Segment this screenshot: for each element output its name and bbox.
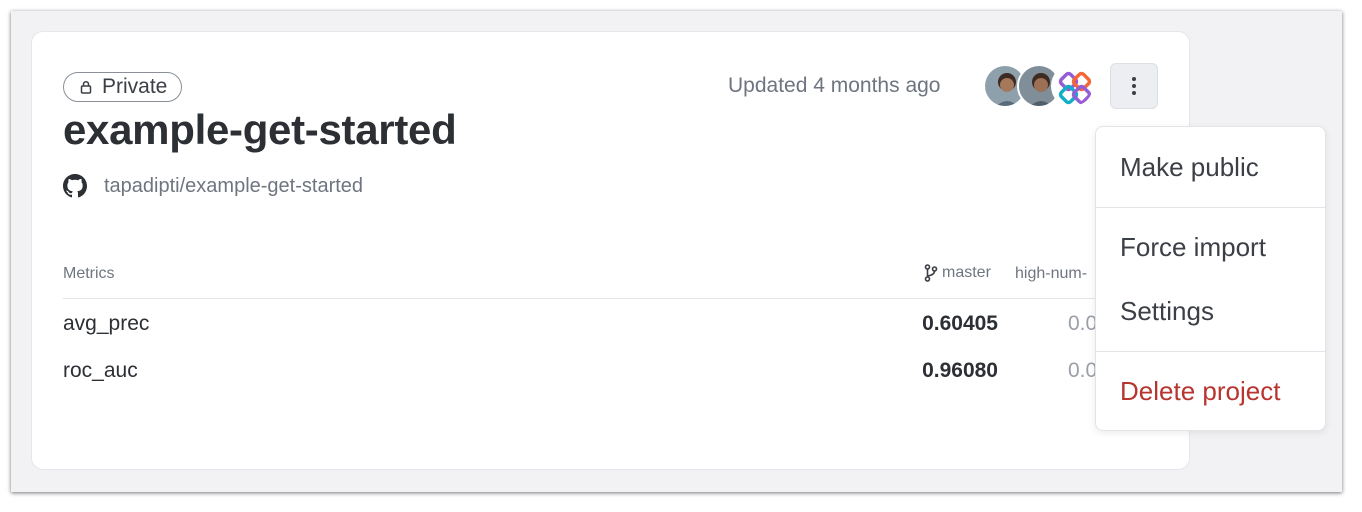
menu-item-make-public[interactable]: Make public — [1120, 152, 1259, 183]
metric-value: 0.60405 — [922, 312, 998, 335]
updated-timestamp: Updated 4 months ago — [728, 74, 941, 97]
branch-label: master — [942, 264, 991, 281]
metrics-header: Metrics — [63, 265, 115, 282]
repo-link[interactable]: tapadipti/example-get-started — [63, 174, 363, 198]
menu-divider — [1096, 207, 1325, 208]
menu-item-force-import[interactable]: Force import — [1120, 232, 1266, 263]
menu-divider — [1096, 351, 1325, 352]
metric-name: roc_auc — [63, 359, 138, 382]
menu-item-settings[interactable]: Settings — [1120, 296, 1214, 327]
branch-column-header[interactable]: master — [924, 264, 991, 282]
git-branch-icon — [924, 264, 938, 282]
visibility-label: Private — [102, 75, 168, 98]
metric-value: 0.96080 — [922, 359, 998, 382]
metric-value-2: 0.0 — [1068, 312, 1098, 335]
branch-column-header-2[interactable]: high-num- — [1015, 265, 1087, 283]
kebab-menu-icon — [1132, 77, 1136, 95]
more-options-button[interactable] — [1110, 63, 1158, 109]
github-icon — [63, 174, 87, 198]
lock-icon — [80, 80, 92, 94]
project-options-menu: Make public Force import Settings Delete… — [1095, 126, 1326, 431]
table-header-divider — [63, 298, 1190, 299]
menu-item-delete-project[interactable]: Delete project — [1120, 376, 1280, 407]
visibility-badge: Private — [63, 72, 183, 102]
project-title[interactable]: example-get-started — [63, 106, 457, 154]
avatar[interactable] — [1051, 64, 1095, 108]
metric-value-2: 0.0 — [1068, 359, 1098, 382]
metric-name: avg_prec — [63, 312, 150, 335]
repo-label: tapadipti/example-get-started — [104, 174, 364, 197]
